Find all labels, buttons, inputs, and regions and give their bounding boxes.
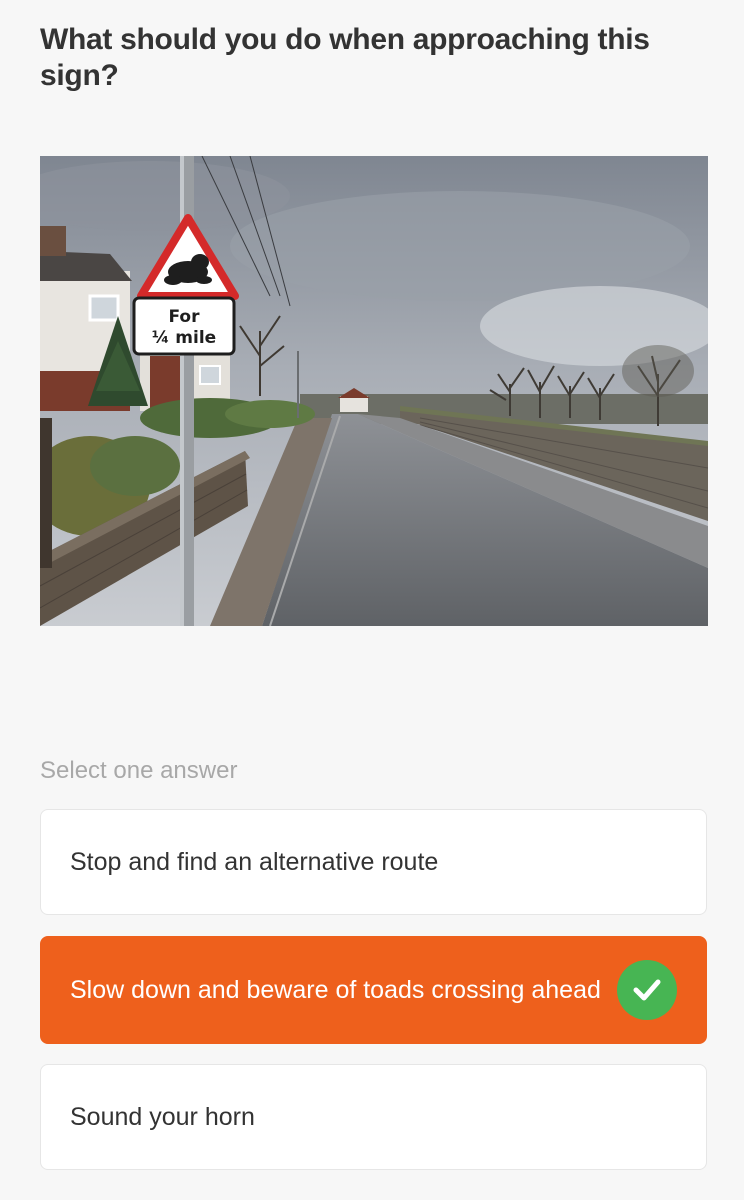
- answer-option-label: Slow down and beware of toads crossing a…: [70, 975, 601, 1004]
- check-circle-icon: [617, 960, 677, 1020]
- answer-option-3[interactable]: Sound your horn: [40, 1064, 707, 1170]
- sign-plate-line1: For: [169, 307, 201, 327]
- answer-option-2[interactable]: Slow down and beware of toads crossing a…: [40, 936, 707, 1044]
- question-title: What should you do when approaching this…: [40, 23, 650, 92]
- sign-plate-line2: ¼ mile: [152, 328, 216, 348]
- answer-option-label: Stop and find an alternative route: [70, 847, 439, 876]
- select-one-prompt: Select one answer: [40, 757, 238, 784]
- answer-option-label: Sound your horn: [70, 1102, 255, 1131]
- answer-option-1[interactable]: Stop and find an alternative route: [40, 809, 707, 915]
- question-image: For ¼ mile: [40, 156, 708, 626]
